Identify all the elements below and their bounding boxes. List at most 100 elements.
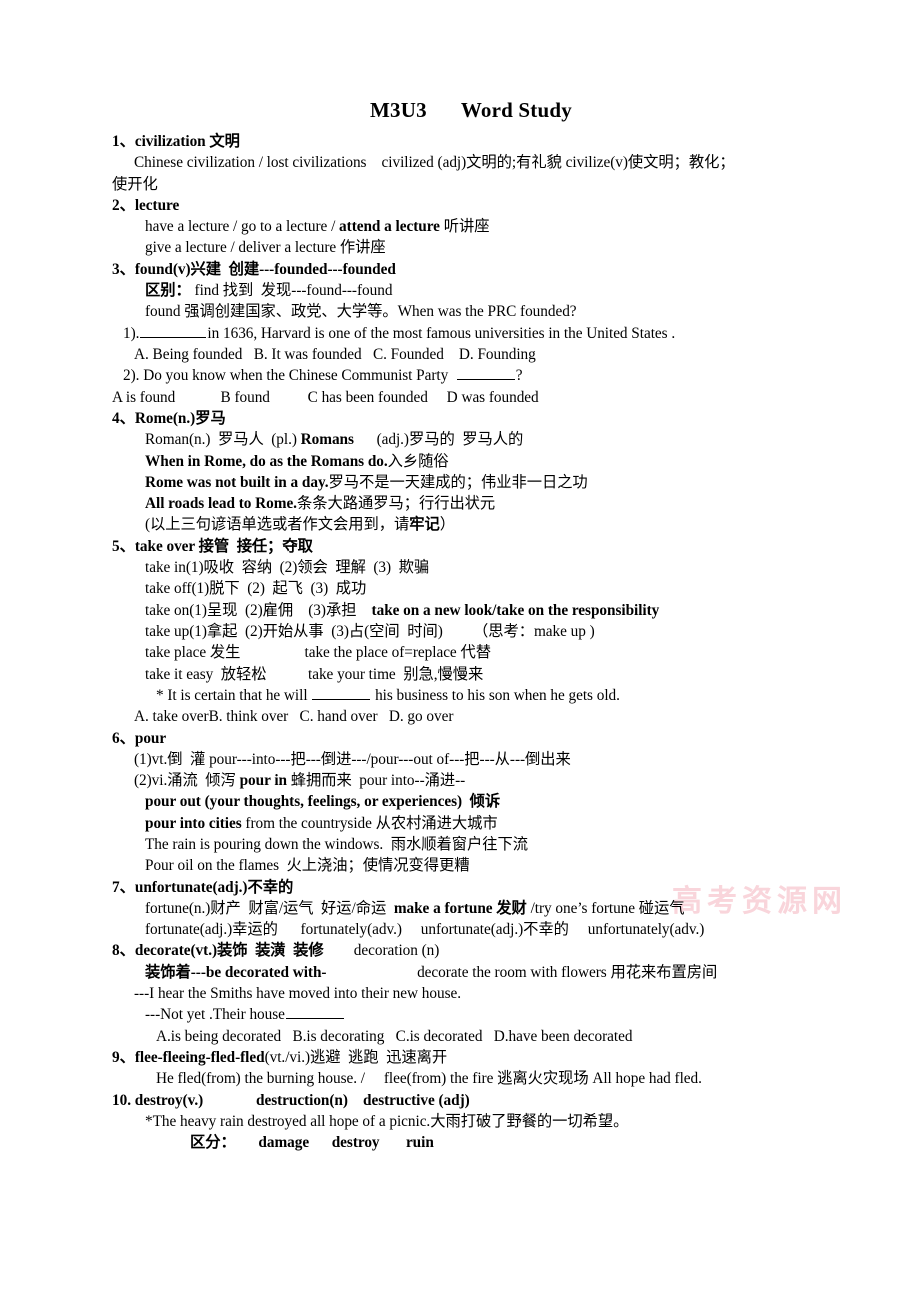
entry-number: 9、 <box>112 1049 135 1067</box>
entry-headword: Rome(n.)罗马 <box>134 409 226 427</box>
entry-line-text-bold: attend a lecture <box>339 218 440 236</box>
entry-line: take off(1)脱下 (2) 起飞 (3) 成功 <box>112 578 812 599</box>
entry-headword: destroy(v.) destruction(n) destructive (… <box>134 1091 470 1109</box>
entry-line: ---I hear the Smiths have moved into the… <box>112 983 812 1004</box>
entry-line-text-post: in 1636, Harvard is one of the most famo… <box>207 324 676 342</box>
entry-line-text: ---I hear the Smiths have moved into the… <box>134 985 461 1003</box>
entry-line: A. take overB. think over C. hand over D… <box>112 706 812 727</box>
entry-line-text: take place 发生 take the place of=replace … <box>145 644 491 662</box>
entry-line: When in Rome, do as the Romans do.入乡随俗 <box>112 451 812 472</box>
entry-line-text-pre: ---Not yet .Their house <box>145 1006 285 1024</box>
entry-line-text-bold: 牢记 <box>409 516 440 534</box>
entry-line-text: take it easy 放轻松 take your time 别急,慢慢来 <box>145 665 484 683</box>
entry-number: 5、 <box>112 537 135 555</box>
entry-line: A is found B found C has been founded D … <box>112 387 812 408</box>
entry-line-text: A. take overB. think over C. hand over D… <box>134 708 454 726</box>
entry-line: found 强调创建国家、政党、大学等。When was the PRC fou… <box>112 301 812 322</box>
entry-line-text: take up(1)拿起 (2)开始从事 (3)占(空间 时间) （思考：mak… <box>145 622 595 640</box>
entry-headword-line: 1、civilization 文明 <box>112 131 812 152</box>
entry-line: take on(1)呈现 (2)雇佣 (3)承担 take on a new l… <box>112 600 812 621</box>
entry-line: (以上三句谚语单选或者作文会用到，请牢记） <box>112 514 812 535</box>
entry-headword-extra: decoration (n) <box>323 942 440 960</box>
entry-line-text-post: 条条大路通罗马；行行出状元 <box>296 495 496 513</box>
entry-headword-line: 10. destroy(v.) destruction(n) destructi… <box>112 1090 812 1111</box>
entry-number: 3、 <box>112 260 135 278</box>
entry-line-text: (1)vt.倒 灌 pour---into---把---倒进---/pour--… <box>134 750 571 768</box>
entry-line: * It is certain that he will his busines… <box>112 685 812 706</box>
entry-line-text: 使开化 <box>112 175 158 193</box>
entry-headword-line: 8、decorate(vt.)装饰 装潢 装修 decoration (n) <box>112 940 812 961</box>
entry-line-text-post: /try one’s fortune 碰运气 <box>526 899 685 917</box>
entry-line-text: give a lecture / deliver a lecture 作讲座 <box>145 239 386 257</box>
entry-line: 区分： damage destroy ruin <box>112 1132 812 1153</box>
entry-line-text: He fled(from) the burning house. / flee(… <box>156 1070 702 1088</box>
entry-line: fortunate(adj.)幸运的 fortunately(adv.) unf… <box>112 919 812 940</box>
entry-line-text: fortunate(adj.)幸运的 fortunately(adv.) unf… <box>145 921 705 939</box>
entry-line-text: Pour oil on the flames 火上浇油；使情况变得更糟 <box>145 857 470 875</box>
entry-line-text-bold: take on a new look/take on the responsib… <box>371 601 660 619</box>
entry-headword: take over 接管 接任；夺取 <box>134 537 313 555</box>
entry-line: *The heavy rain destroyed all hope of a … <box>112 1111 812 1132</box>
document-body: M3U3 Word Study 1、civilization 文明 Chinese … <box>112 98 812 1154</box>
document-page: 高考资源网 M3U3 Word Study 1、civilization 文明 Ch… <box>0 0 920 1302</box>
entry-headword-line: 6、pour <box>112 728 812 749</box>
fill-in-blank[interactable] <box>285 1004 344 1020</box>
entry-line-text-post: 入乡随俗 <box>387 452 449 470</box>
entry-line-text-pre: 2). Do you know when the Chinese Communi… <box>123 367 456 385</box>
entry-line-text-pre: * It is certain that he will <box>156 686 312 704</box>
entry-line: Roman(n.) 罗马人 (pl.) Romans (adj.)罗马的 罗马人… <box>112 429 812 450</box>
entry-number: 4、 <box>112 409 135 427</box>
entry-line: He fled(from) the burning house. / flee(… <box>112 1068 812 1089</box>
entry-line-text-bold: All roads lead to Rome. <box>145 495 297 513</box>
entry-line-text-post: decorate the room with flowers 用花来布置房间 <box>326 963 718 981</box>
entry-number: 1、 <box>112 133 135 150</box>
entry-headword: unfortunate(adj.)不幸的 <box>134 878 294 896</box>
entry-line-text: A. Being founded B. It was founded C. Fo… <box>134 346 536 364</box>
entry-number: 8、 <box>112 942 135 960</box>
entry-line-text-bold: When in Rome, do as the Romans do. <box>145 452 388 470</box>
entry-line: 1). in 1636, Harvard is one of the most f… <box>112 323 812 344</box>
entry-headword-line: 4、Rome(n.)罗马 <box>112 408 812 429</box>
fill-in-blank[interactable] <box>456 365 515 381</box>
entry-line: 装饰着---be decorated with- decorate the ro… <box>112 962 812 983</box>
entry-headword-line: 5、take over 接管 接任；夺取 <box>112 536 812 557</box>
entry-headword: lecture <box>134 196 180 214</box>
fill-in-blank[interactable] <box>312 685 371 700</box>
entry-line-text-bold: Rome was not built in a day. <box>145 473 329 491</box>
entry-line-text: take in(1)吸收 容纳 (2)领会 理解 (3) 欺骗 <box>145 559 430 577</box>
entry-line: pour into cities from the countryside 从农… <box>112 813 812 834</box>
fill-in-blank[interactable] <box>140 323 207 338</box>
entry-line: Rome was not built in a day.罗马不是一天建成的；伟业… <box>112 472 812 493</box>
entry-line-text: A.is being decorated B.is decorating C.i… <box>156 1027 633 1045</box>
entry-number: 6、 <box>112 729 135 747</box>
entry-line: 2). Do you know when the Chinese Communi… <box>112 365 812 386</box>
entry-line: A. Being founded B. It was founded C. Fo… <box>112 344 812 365</box>
entry-line-text-bold: pour out (your thoughts, feelings, or ex… <box>145 793 501 811</box>
entry-line-text-pre: (以上三句谚语单选或者作文会用到，请 <box>145 516 410 534</box>
entry-line: A.is being decorated B.is decorating C.i… <box>112 1026 812 1047</box>
entry-line-text-pre: (2)vi.涌流 倾泻 <box>134 772 240 790</box>
entry-line-text: take off(1)脱下 (2) 起飞 (3) 成功 <box>145 580 367 598</box>
entry-headword: pour <box>134 729 167 747</box>
entry-line-text-post: find 找到 发现---found---found <box>190 282 393 300</box>
entry-line-text-post: ） <box>439 516 455 534</box>
entry-line-text-bold: pour in <box>239 772 287 790</box>
entry-line-text-post: 听讲座 <box>439 218 490 236</box>
entry-line: (1)vt.倒 灌 pour---into---把---倒进---/pour--… <box>112 749 812 770</box>
entry-line: (2)vi.涌流 倾泻 pour in 蜂拥而来 pour into--涌进-- <box>112 770 812 791</box>
entry-line-text: *The heavy rain destroyed all hope of a … <box>145 1112 629 1130</box>
entry-line-text: Chinese civilization / lost civilization… <box>134 154 735 172</box>
entry-headword: flee-fleeing-fled-fled <box>134 1049 265 1067</box>
entry-line-text-post: from the countryside 从农村涌进大城市 <box>241 814 498 832</box>
word-entry-list: 1、civilization 文明 Chinese civilization / … <box>112 131 812 1154</box>
entry-line-text-post: 蜂拥而来 pour into--涌进-- <box>287 772 466 790</box>
entry-line: 使开化 <box>112 174 812 195</box>
entry-headword-plain: (vt./vi.)逃避 逃跑 迅速离开 <box>264 1049 448 1067</box>
entry-line-text: found 强调创建国家、政党、大学等。When was the PRC fou… <box>145 303 577 321</box>
entry-headword-line: 7、unfortunate(adj.)不幸的 <box>112 877 812 898</box>
entry-line: Pour oil on the flames 火上浇油；使情况变得更糟 <box>112 855 812 876</box>
entry-line-text-post: 罗马不是一天建成的；伟业非一日之功 <box>328 473 588 491</box>
page-title: M3U3 Word Study <box>112 98 812 123</box>
entry-line-text: A is found B found C has been founded D … <box>112 388 539 406</box>
entry-number: 10. <box>112 1091 135 1109</box>
